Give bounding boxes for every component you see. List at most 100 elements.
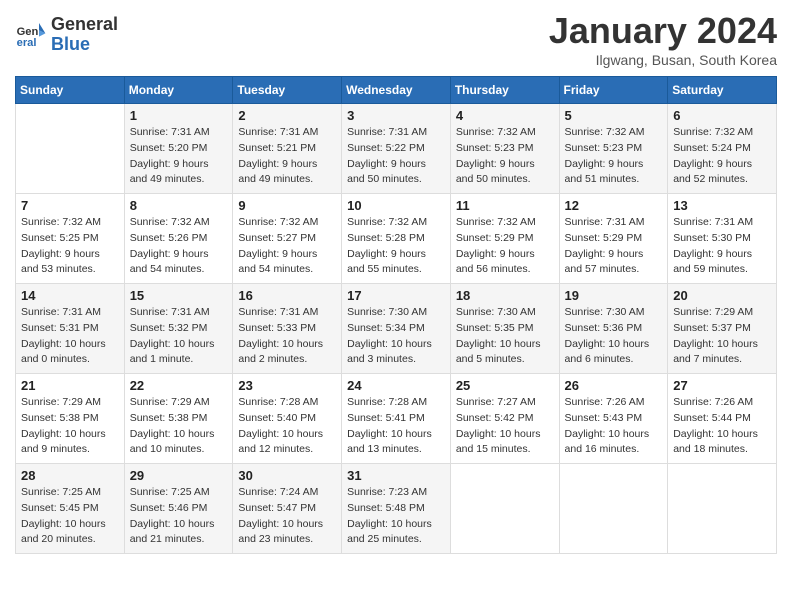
day-number: 12 <box>565 198 663 213</box>
day-info: Sunrise: 7:32 AM Sunset: 5:24 PM Dayligh… <box>673 125 771 188</box>
calendar-cell: 8 Sunrise: 7:32 AM Sunset: 5:26 PM Daylig… <box>124 194 233 284</box>
calendar-cell: 9Sunrise: 7:32 AM Sunset: 5:27 PM Daylig… <box>233 194 342 284</box>
calendar-cell <box>559 464 668 554</box>
day-of-week-header: Saturday <box>668 77 777 104</box>
calendar-cell: 16 Sunrise: 7:31 AM Sunset: 5:33 PM Dayli… <box>233 284 342 374</box>
day-number: 19 <box>565 288 663 303</box>
calendar-cell: 21 Sunrise: 7:29 AM Sunset: 5:38 PM Dayli… <box>16 374 125 464</box>
calendar-cell: 26 Sunrise: 7:26 AM Sunset: 5:43 PM Dayli… <box>559 374 668 464</box>
day-info: Sunrise: 7:30 AM Sunset: 5:34 PM Dayligh… <box>347 305 445 368</box>
day-number: 11 <box>456 198 554 213</box>
calendar-cell: 18 Sunrise: 7:30 AM Sunset: 5:35 PM Dayli… <box>450 284 559 374</box>
day-info: Sunrise: 7:31 AM Sunset: 5:31 PM Dayligh… <box>21 305 119 368</box>
calendar-cell: 3 Sunrise: 7:31 AM Sunset: 5:22 PM Daylig… <box>342 104 451 194</box>
calendar-cell <box>668 464 777 554</box>
day-number: 3 <box>347 108 445 123</box>
day-number: 15 <box>130 288 228 303</box>
day-info: Sunrise: 7:26 AM Sunset: 5:44 PM Dayligh… <box>673 395 771 458</box>
month-title: January 2024 <box>549 10 777 52</box>
day-number: 14 <box>21 288 119 303</box>
day-number: 16 <box>238 288 336 303</box>
day-number: 24 <box>347 378 445 393</box>
day-info: Sunrise: 7:28 AM Sunset: 5:41 PM Dayligh… <box>347 395 445 458</box>
calendar-cell: 10Sunrise: 7:32 AM Sunset: 5:28 PM Dayli… <box>342 194 451 284</box>
day-number: 21 <box>21 378 119 393</box>
day-number: 10 <box>347 198 445 213</box>
calendar-cell <box>450 464 559 554</box>
day-of-week-header: Monday <box>124 77 233 104</box>
calendar-cell: 29Sunrise: 7:25 AM Sunset: 5:46 PM Dayli… <box>124 464 233 554</box>
day-info: Sunrise: 7:31 AM Sunset: 5:21 PM Dayligh… <box>238 125 336 188</box>
day-number: 29 <box>130 468 228 483</box>
calendar-cell: 15Sunrise: 7:31 AM Sunset: 5:32 PM Dayli… <box>124 284 233 374</box>
calendar-header-row: SundayMondayTuesdayWednesdayThursdayFrid… <box>16 77 777 104</box>
calendar-cell: 28 Sunrise: 7:25 AM Sunset: 5:45 PM Dayli… <box>16 464 125 554</box>
day-number: 8 <box>130 198 228 213</box>
calendar-week-row: 1Sunrise: 7:31 AM Sunset: 5:20 PM Daylig… <box>16 104 777 194</box>
day-info: Sunrise: 7:28 AM Sunset: 5:40 PM Dayligh… <box>238 395 336 458</box>
day-info: Sunrise: 7:29 AM Sunset: 5:37 PM Dayligh… <box>673 305 771 368</box>
day-of-week-header: Friday <box>559 77 668 104</box>
calendar-cell: 19Sunrise: 7:30 AM Sunset: 5:36 PM Dayli… <box>559 284 668 374</box>
calendar-week-row: 7 Sunrise: 7:32 AM Sunset: 5:25 PM Daylig… <box>16 194 777 284</box>
logo-icon: Gen eral <box>15 19 47 51</box>
day-number: 20 <box>673 288 771 303</box>
calendar-cell: 5Sunrise: 7:32 AM Sunset: 5:23 PM Daylig… <box>559 104 668 194</box>
calendar-week-row: 21 Sunrise: 7:29 AM Sunset: 5:38 PM Dayli… <box>16 374 777 464</box>
day-of-week-header: Sunday <box>16 77 125 104</box>
day-of-week-header: Wednesday <box>342 77 451 104</box>
day-number: 9 <box>238 198 336 213</box>
day-info: Sunrise: 7:25 AM Sunset: 5:45 PM Dayligh… <box>21 485 119 548</box>
calendar-table: SundayMondayTuesdayWednesdayThursdayFrid… <box>15 76 777 554</box>
calendar-cell: 17Sunrise: 7:30 AM Sunset: 5:34 PM Dayli… <box>342 284 451 374</box>
day-number: 26 <box>565 378 663 393</box>
calendar-cell: 4 Sunrise: 7:32 AM Sunset: 5:23 PM Daylig… <box>450 104 559 194</box>
calendar-week-row: 28 Sunrise: 7:25 AM Sunset: 5:45 PM Dayli… <box>16 464 777 554</box>
calendar-cell: 20 Sunrise: 7:29 AM Sunset: 5:37 PM Dayli… <box>668 284 777 374</box>
day-info: Sunrise: 7:32 AM Sunset: 5:23 PM Dayligh… <box>456 125 554 188</box>
calendar-cell: 24 Sunrise: 7:28 AM Sunset: 5:41 PM Dayli… <box>342 374 451 464</box>
location-subtitle: Ilgwang, Busan, South Korea <box>549 52 777 68</box>
calendar-cell: 31 Sunrise: 7:23 AM Sunset: 5:48 PM Dayli… <box>342 464 451 554</box>
day-info: Sunrise: 7:23 AM Sunset: 5:48 PM Dayligh… <box>347 485 445 548</box>
calendar-cell: 1Sunrise: 7:31 AM Sunset: 5:20 PM Daylig… <box>124 104 233 194</box>
day-number: 25 <box>456 378 554 393</box>
logo: Gen eral General Blue <box>15 15 118 55</box>
day-number: 7 <box>21 198 119 213</box>
day-info: Sunrise: 7:32 AM Sunset: 5:26 PM Dayligh… <box>130 215 228 278</box>
calendar-cell: 27 Sunrise: 7:26 AM Sunset: 5:44 PM Dayli… <box>668 374 777 464</box>
title-block: January 2024 Ilgwang, Busan, South Korea <box>549 10 777 68</box>
day-info: Sunrise: 7:31 AM Sunset: 5:30 PM Dayligh… <box>673 215 771 278</box>
calendar-cell: 7 Sunrise: 7:32 AM Sunset: 5:25 PM Daylig… <box>16 194 125 284</box>
day-of-week-header: Tuesday <box>233 77 342 104</box>
logo-text-line1: General <box>51 15 118 35</box>
day-info: Sunrise: 7:26 AM Sunset: 5:43 PM Dayligh… <box>565 395 663 458</box>
day-number: 23 <box>238 378 336 393</box>
calendar-cell: 22 Sunrise: 7:29 AM Sunset: 5:38 PM Dayli… <box>124 374 233 464</box>
day-info: Sunrise: 7:32 AM Sunset: 5:25 PM Dayligh… <box>21 215 119 278</box>
calendar-cell: 6Sunrise: 7:32 AM Sunset: 5:24 PM Daylig… <box>668 104 777 194</box>
day-info: Sunrise: 7:29 AM Sunset: 5:38 PM Dayligh… <box>21 395 119 458</box>
day-number: 22 <box>130 378 228 393</box>
day-info: Sunrise: 7:31 AM Sunset: 5:33 PM Dayligh… <box>238 305 336 368</box>
day-number: 18 <box>456 288 554 303</box>
day-info: Sunrise: 7:31 AM Sunset: 5:22 PM Dayligh… <box>347 125 445 188</box>
svg-text:Gen: Gen <box>17 26 39 38</box>
calendar-cell: 12Sunrise: 7:31 AM Sunset: 5:29 PM Dayli… <box>559 194 668 284</box>
svg-text:eral: eral <box>17 37 37 49</box>
day-number: 30 <box>238 468 336 483</box>
day-number: 2 <box>238 108 336 123</box>
day-info: Sunrise: 7:30 AM Sunset: 5:35 PM Dayligh… <box>456 305 554 368</box>
day-info: Sunrise: 7:27 AM Sunset: 5:42 PM Dayligh… <box>456 395 554 458</box>
day-number: 28 <box>21 468 119 483</box>
calendar-cell: 30Sunrise: 7:24 AM Sunset: 5:47 PM Dayli… <box>233 464 342 554</box>
calendar-cell <box>16 104 125 194</box>
day-info: Sunrise: 7:29 AM Sunset: 5:38 PM Dayligh… <box>130 395 228 458</box>
calendar-cell: 14 Sunrise: 7:31 AM Sunset: 5:31 PM Dayli… <box>16 284 125 374</box>
day-number: 4 <box>456 108 554 123</box>
day-number: 5 <box>565 108 663 123</box>
day-number: 27 <box>673 378 771 393</box>
day-info: Sunrise: 7:31 AM Sunset: 5:20 PM Dayligh… <box>130 125 228 188</box>
calendar-cell: 11Sunrise: 7:32 AM Sunset: 5:29 PM Dayli… <box>450 194 559 284</box>
day-number: 31 <box>347 468 445 483</box>
